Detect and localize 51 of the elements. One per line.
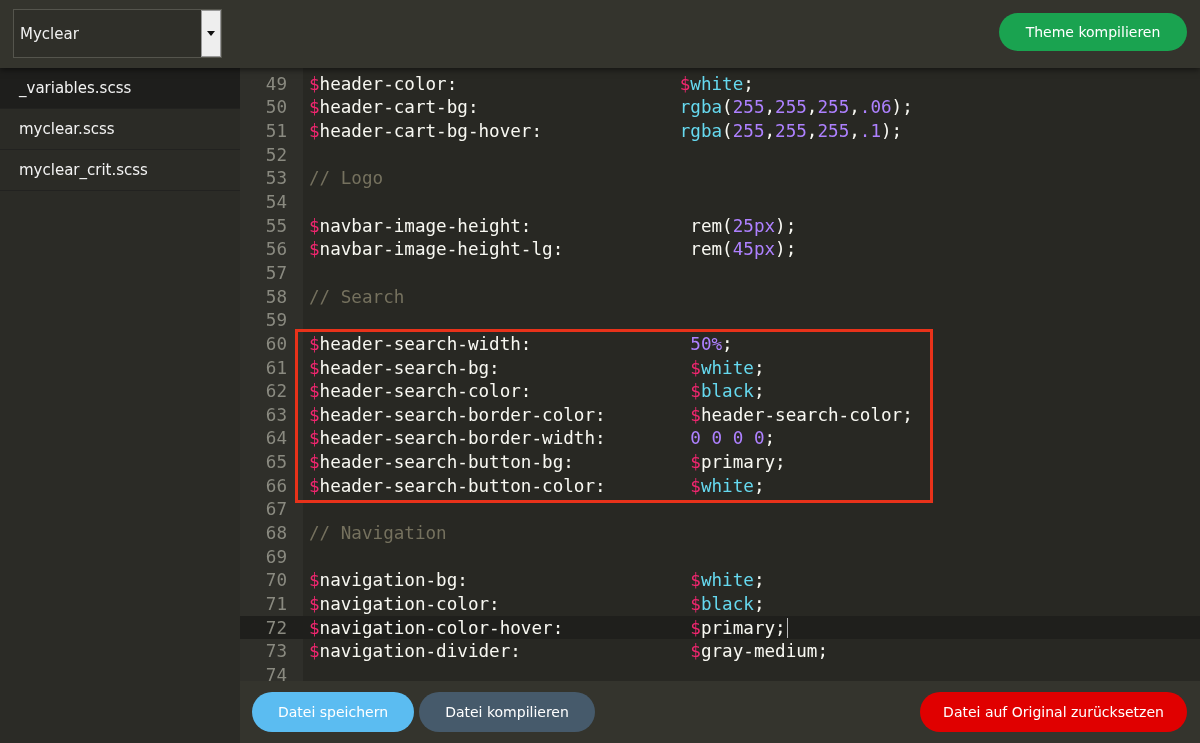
line-number: 72 [264, 617, 287, 638]
code-line: $header-search-button-bg: $primary; [309, 451, 786, 474]
line-number: 70 [264, 570, 287, 591]
line-number: 71 [264, 593, 287, 614]
code-line: $header-search-color: $black; [309, 380, 765, 403]
line-number: 68 [264, 523, 287, 543]
line-number: 59 [264, 310, 287, 331]
code-line: $navigation-divider: $gray-medium; [309, 640, 829, 663]
line-number: 51 [264, 121, 287, 142]
line-number: 62 [264, 381, 287, 402]
code-line: $navigation-bg: $white; [309, 569, 765, 593]
file-item[interactable]: _variables.scss [0, 68, 240, 109]
code-line: $header-search-width: 50%; [309, 332, 733, 356]
caret-down-icon [207, 31, 215, 36]
code-line: $header-cart-bg: rgba(255,255,255,.06); [309, 96, 913, 120]
line-number: 73 [264, 641, 287, 662]
code-line: $navbar-image-height: rem(25px); [309, 214, 797, 238]
line-number: 58 [264, 286, 287, 307]
line-number: 52 [264, 144, 287, 165]
code-line: $header-color: $white; [309, 72, 754, 96]
reset-file-button[interactable]: Datei auf Original zurücksetzen [920, 692, 1187, 732]
line-number: 74 [264, 664, 287, 681]
text-cursor [786, 617, 788, 638]
code-line: $header-search-border-color: $header-search-color; [309, 403, 913, 427]
code-line: $navigation-color: $black; [309, 592, 765, 616]
theme-select[interactable]: Myclear [13, 9, 222, 58]
line-number: 63 [264, 404, 287, 425]
line-number: 60 [264, 333, 287, 354]
line-number: 69 [264, 546, 287, 567]
code-line: $header-search-border-width: 0 0 0 0; [309, 427, 776, 451]
code-comment: // Search [309, 285, 405, 309]
compile-file-button[interactable]: Datei kompilieren [419, 692, 595, 732]
line-number: 66 [264, 475, 287, 496]
code-comment: // Navigation [309, 522, 447, 545]
line-number: 50 [264, 97, 287, 118]
line-number: 67 [264, 499, 287, 520]
code-line: $navbar-image-height-lg: rem(45px); [309, 238, 797, 262]
line-number: 64 [264, 428, 287, 449]
code-line: $header-search-button-color: $white; [309, 474, 765, 498]
line-number: 61 [264, 357, 287, 378]
code-line: $navigation-color-hover: $primary; [309, 616, 786, 640]
code-line: $header-search-bg: $white; [309, 356, 765, 380]
code-line: $header-cart-bg-hover: rgba(255,255,255,.1); [309, 120, 903, 143]
line-number: 65 [264, 452, 287, 473]
line-number: 54 [264, 192, 287, 212]
line-number: 56 [264, 239, 287, 260]
code-comment: // Logo [309, 167, 384, 191]
line-number: 53 [264, 168, 287, 189]
line-number: 57 [264, 262, 287, 283]
line-number: 55 [264, 215, 287, 236]
line-number: 49 [264, 73, 287, 94]
